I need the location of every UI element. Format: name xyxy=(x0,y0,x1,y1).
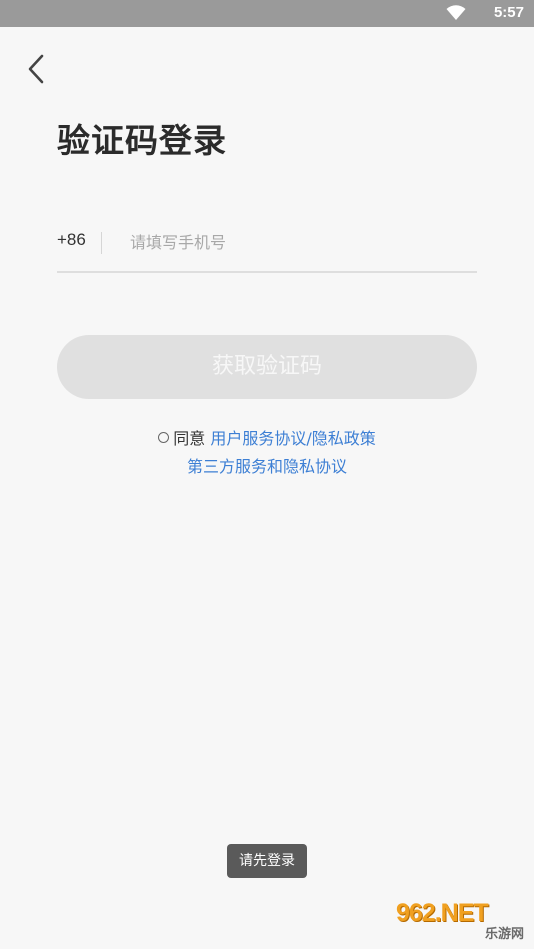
back-button[interactable] xyxy=(22,52,52,86)
phone-field: +86 xyxy=(57,218,477,273)
page-title: 验证码登录 xyxy=(57,121,227,160)
get-code-button[interactable]: 获取验证码 xyxy=(57,335,477,399)
third-party-agreement-link[interactable]: 第三方服务和隐私协议 xyxy=(187,457,347,476)
watermark-bottom: 乐游网 xyxy=(484,927,524,942)
agree-radio[interactable] xyxy=(158,432,170,443)
user-agreement-link[interactable]: 用户服务协议 xyxy=(210,429,306,448)
privacy-policy-link[interactable]: 隐私政策 xyxy=(312,429,376,448)
status-bar: 5:57 xyxy=(0,0,534,27)
country-code[interactable]: +86 xyxy=(57,230,86,250)
phone-input[interactable] xyxy=(130,226,470,258)
agreement-line: 同意 用户服务协议/隐私政策 xyxy=(0,425,534,449)
status-time: 5:57 xyxy=(493,4,524,21)
toast-message: 请先登录 xyxy=(227,844,307,878)
wifi-icon xyxy=(446,5,466,20)
watermark-top: 962.NET xyxy=(396,899,489,927)
agreement-line-2: 第三方服务和隐私协议 xyxy=(0,453,534,477)
login-page: 5:57 验证码登录 +86 获取验证码 同意 用户服务协议/隐私政策 第三方服… xyxy=(0,0,534,949)
agree-label: 同意 xyxy=(173,429,206,448)
field-divider xyxy=(101,232,102,254)
chevron-left-icon xyxy=(28,54,44,84)
watermark-logo: 962.NET 乐游网 xyxy=(396,899,528,943)
